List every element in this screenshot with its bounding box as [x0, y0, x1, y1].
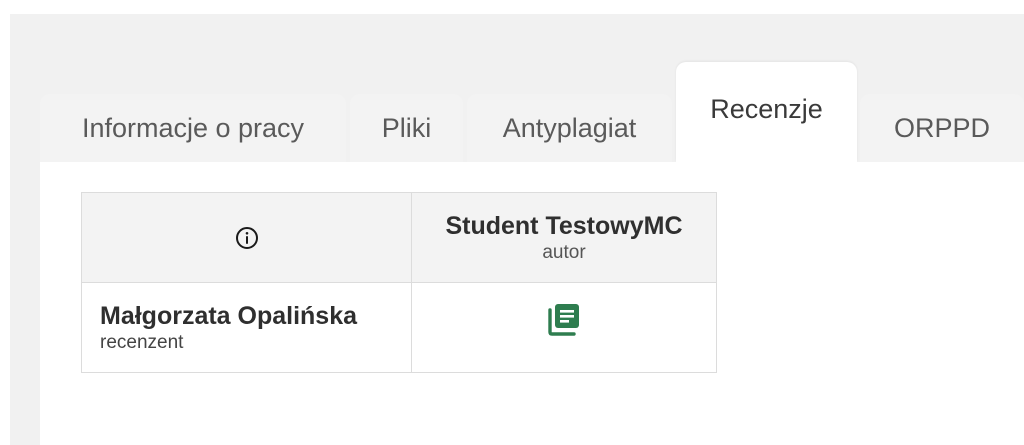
- author-header-cell: Student TestowyMC autor: [411, 192, 717, 283]
- table-header-row: Student TestowyMC autor: [81, 192, 717, 283]
- review-cell: [411, 282, 717, 373]
- table-row: Małgorzata Opalińska recenzent: [81, 282, 717, 373]
- author-name: Student TestowyMC: [445, 211, 683, 240]
- tab-content-recenzje: Student TestowyMC autor Małgorzata Opali…: [40, 162, 1024, 445]
- info-header-cell: [81, 192, 412, 283]
- tab-antyplagiat[interactable]: Antyplagiat: [467, 94, 672, 162]
- tab-orppd[interactable]: ORPPD: [860, 94, 1024, 162]
- tab-informacje-o-pracy[interactable]: Informacje o pracy: [40, 94, 346, 162]
- tab-pliki[interactable]: Pliki: [350, 94, 463, 162]
- author-role: autor: [542, 241, 586, 263]
- reviewer-role: recenzent: [100, 331, 184, 353]
- tab-recenzje[interactable]: Recenzje: [676, 62, 857, 162]
- review-document-icon[interactable]: [412, 301, 716, 337]
- tab-bar: Informacje o pracy Pliki Antyplagiat Rec…: [40, 62, 1024, 162]
- reviewer-cell: Małgorzata Opalińska recenzent: [81, 282, 412, 373]
- reviews-table: Student TestowyMC autor Małgorzata Opali…: [81, 192, 717, 373]
- info-circle-icon[interactable]: [82, 226, 411, 250]
- reviewer-name: Małgorzata Opalińska: [100, 301, 358, 330]
